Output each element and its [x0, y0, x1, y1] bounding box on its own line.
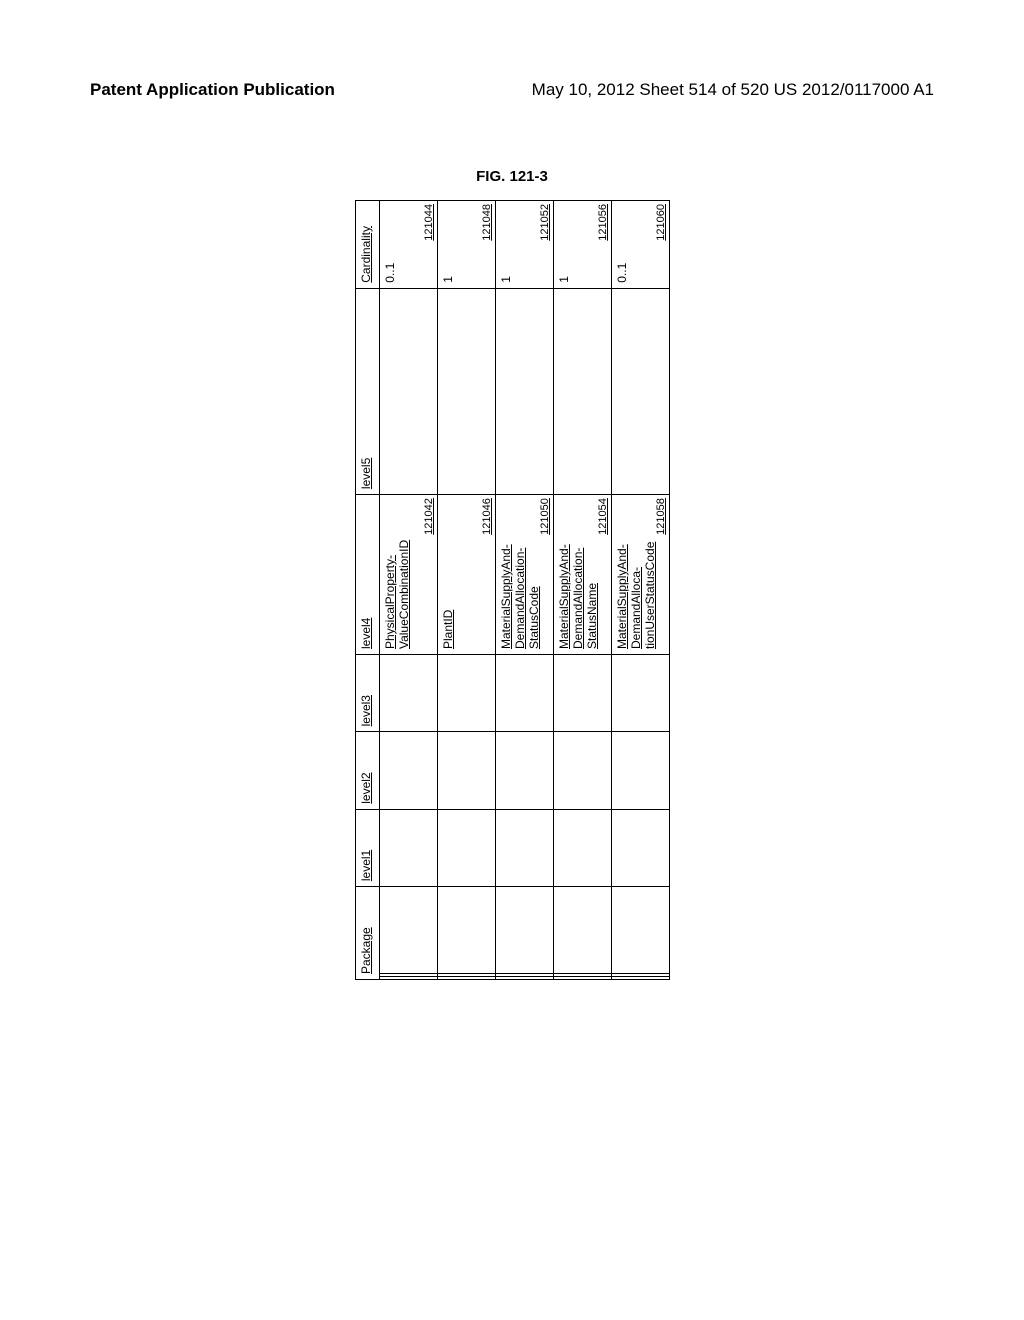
cell-level3: [379, 655, 437, 732]
cell-level4: MaterialSupplyAnd-DemandAlloca-tionUserS…: [611, 495, 669, 655]
cell-level2: [379, 732, 437, 809]
cell-cardinality: 0..1 121060: [611, 201, 669, 289]
ref-number: 121056: [597, 204, 609, 241]
cell-level1: [611, 809, 669, 886]
col-cardinality: Cardinality: [355, 201, 379, 289]
col-level3: level3: [355, 655, 379, 732]
cell-level4: MaterialSupplyAnd-DemandAllocation-Statu…: [553, 495, 611, 655]
page-header: Patent Application Publication May 10, 2…: [0, 80, 1024, 100]
ref-number: 121050: [539, 498, 551, 535]
header-left: Patent Application Publication: [90, 80, 335, 100]
ref-number: 121048: [481, 204, 493, 241]
cell-level3: [553, 655, 611, 732]
cell-level4: MaterialSupplyAnd-DemandAllocation-Statu…: [495, 495, 553, 655]
cell-cardinality: 1 121048: [437, 201, 495, 289]
ref-number: 121044: [423, 204, 435, 241]
cell-package: [437, 887, 495, 980]
cell-level2: [437, 732, 495, 809]
cardinality-text: 1: [499, 276, 513, 283]
cell-level2: [553, 732, 611, 809]
cell-level1: [495, 809, 553, 886]
cell-level3: [611, 655, 669, 732]
cell-package: [611, 887, 669, 980]
col-level5: level5: [355, 288, 379, 494]
level4-text: MaterialSupplyAnd-DemandAllocation-Statu…: [499, 544, 541, 649]
level4-text: MaterialSupplyAnd-DemandAlloca-tionUserS…: [615, 542, 657, 649]
cell-level2: [495, 732, 553, 809]
cell-level5: [437, 288, 495, 494]
ref-number: 121060: [655, 204, 667, 241]
table-row: PhysicalProperty-ValueCombinationID 1210…: [379, 201, 437, 980]
cardinality-text: 1: [441, 276, 455, 283]
cardinality-text: 0..1: [615, 263, 629, 283]
ref-number: 121046: [481, 498, 493, 535]
ref-number: 121058: [655, 498, 667, 535]
cardinality-text: 0..1: [383, 263, 397, 283]
ref-number: 121052: [539, 204, 551, 241]
cell-package: [553, 887, 611, 980]
cell-package: [495, 887, 553, 980]
cell-level3: [437, 655, 495, 732]
cell-cardinality: 1 121056: [553, 201, 611, 289]
level4-text: PlantID: [441, 610, 455, 649]
cell-level5: [379, 288, 437, 494]
level4-text: PhysicalProperty-ValueCombinationID: [383, 540, 411, 649]
col-package: Package: [355, 887, 379, 980]
cell-level3: [495, 655, 553, 732]
cell-level5: [495, 288, 553, 494]
figure-title: FIG. 121-3: [476, 168, 548, 185]
diagram-table-wrap: Package level1 level2 level3 level4 leve…: [355, 200, 670, 980]
cell-cardinality: 0..1 121044: [379, 201, 437, 289]
ref-number: 121042: [423, 498, 435, 535]
col-level2: level2: [355, 732, 379, 809]
table-row: MaterialSupplyAnd-DemandAllocation-Statu…: [553, 201, 611, 980]
cell-level1: [553, 809, 611, 886]
col-level4: level4: [355, 495, 379, 655]
col-level1: level1: [355, 809, 379, 886]
cell-level4: PlantID 121046: [437, 495, 495, 655]
cell-level1: [379, 809, 437, 886]
table-row: MaterialSupplyAnd-DemandAlloca-tionUserS…: [611, 201, 669, 980]
cardinality-text: 1: [557, 276, 571, 283]
table-row: MaterialSupplyAnd-DemandAllocation-Statu…: [495, 201, 553, 980]
cell-level5: [553, 288, 611, 494]
table-header-row: Package level1 level2 level3 level4 leve…: [355, 201, 379, 980]
ref-number: 121054: [597, 498, 609, 535]
level4-text: MaterialSupplyAnd-DemandAllocation-Statu…: [557, 544, 599, 649]
cell-level1: [437, 809, 495, 886]
header-right: May 10, 2012 Sheet 514 of 520 US 2012/01…: [532, 80, 934, 100]
cell-level5: [611, 288, 669, 494]
cell-level2: [611, 732, 669, 809]
diagram-table: Package level1 level2 level3 level4 leve…: [355, 200, 670, 980]
cell-cardinality: 1 121052: [495, 201, 553, 289]
cell-package: [379, 887, 437, 980]
cell-level4: PhysicalProperty-ValueCombinationID 1210…: [379, 495, 437, 655]
table-row: PlantID 121046 1 121048: [437, 201, 495, 980]
